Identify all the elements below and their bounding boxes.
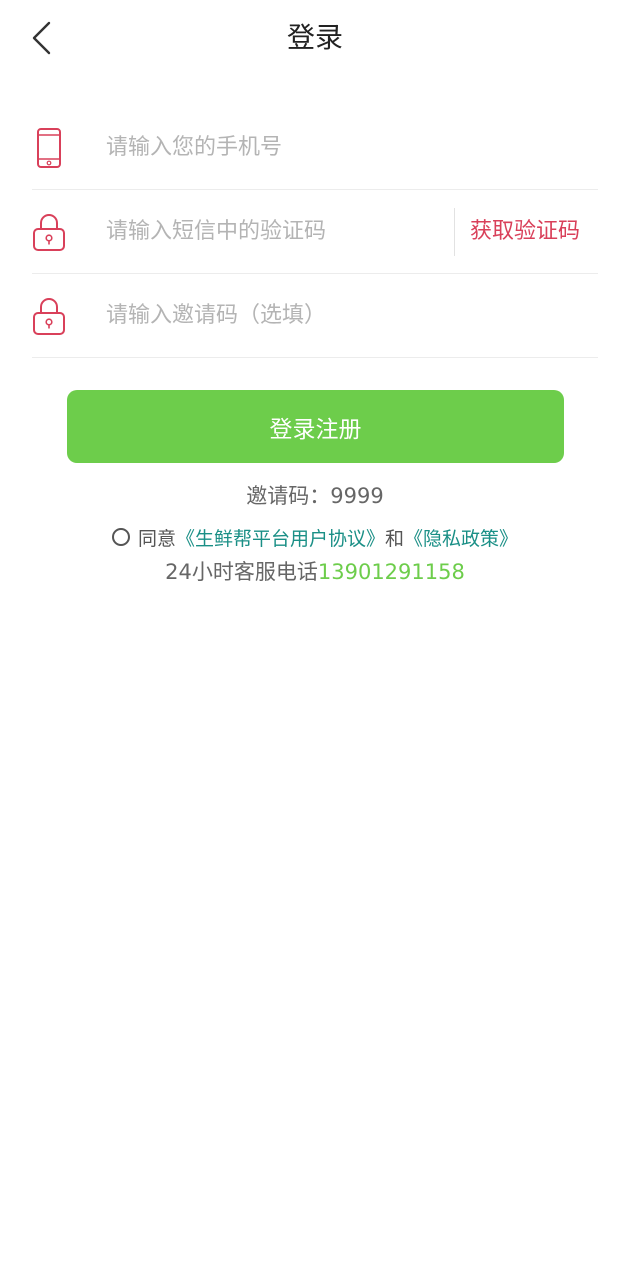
phone-input[interactable] <box>106 125 598 170</box>
service-label: 24小时客服电话 <box>165 560 318 584</box>
nav-bar: 登录 <box>0 0 630 78</box>
login-page: 登录 请输入您的手机号 请输入短信中的验证码 获取验证码 请输入邀请码（选填） … <box>0 0 630 1280</box>
code-divider <box>454 208 455 256</box>
agreement-row: 同意 《生鲜帮平台用户协议》 和 《隐私政策》 <box>0 521 630 553</box>
user-agreement-link[interactable]: 《生鲜帮平台用户协议》 <box>176 524 385 551</box>
sms-code-input[interactable] <box>106 209 448 254</box>
invite-row <box>32 274 598 358</box>
service-phone-link[interactable]: 13901291158 <box>318 560 465 584</box>
agree-prefix: 同意 <box>137 527 176 550</box>
lock-icon <box>32 294 66 338</box>
service-hotline: 24小时客服电话13901291158 <box>0 557 630 587</box>
page-title: 登录 <box>286 21 343 54</box>
get-code-button[interactable]: 获取验证码 <box>470 216 580 248</box>
privacy-policy-link[interactable]: 《隐私政策》 <box>404 524 518 551</box>
sms-code-row: 获取验证码 <box>32 190 598 274</box>
invite-code-input[interactable] <box>106 293 598 338</box>
lock-icon <box>32 210 66 254</box>
phone-row <box>32 106 598 190</box>
phone-icon <box>32 126 66 170</box>
login-form: 获取验证码 <box>32 106 598 358</box>
agree-radio[interactable] <box>111 528 130 546</box>
invite-code-text: 邀请码：9999 <box>246 484 384 508</box>
login-register-button[interactable]: 登录注册 <box>67 390 564 463</box>
agree-and: 和 <box>385 527 405 550</box>
